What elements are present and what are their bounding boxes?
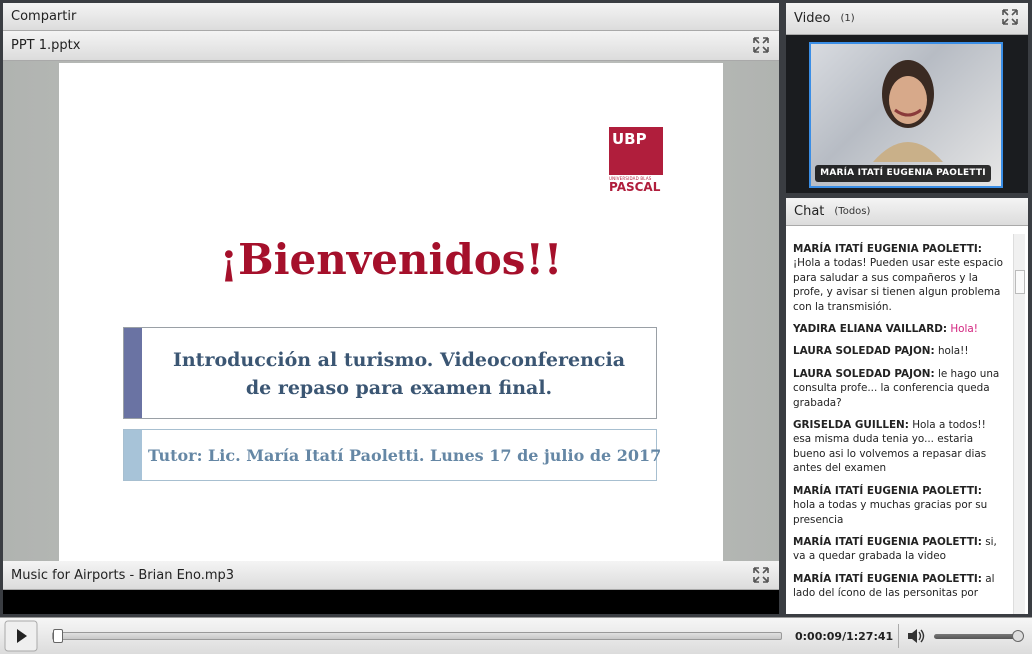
volume-slider[interactable] [934,630,1025,642]
chat-message: YADIRA ELIANA VAILLARD: Hola! [793,322,1006,336]
volume-icon[interactable] [906,628,926,644]
chat-author: MARÍA ITATÍ EUGENIA PAOLETTI: [793,243,982,255]
playback-time: 0:00:09/1:27:41 [795,630,894,643]
chat-author: MARÍA ITATÍ EUGENIA PAOLETTI: [793,572,982,585]
media-player-bar: 0:00:09/1:27:41 [0,617,1032,654]
subtitle-box-accent [124,328,142,418]
tutor-box-accent [124,430,142,480]
chat-messages: MARÍA ITATÍ EUGENIA PAOLETTI: ¡Hola a to… [786,234,1010,614]
chat-message: MARÍA ITATÍ EUGENIA PAOLETTI: ¡Hola a to… [793,242,1006,314]
volume-handle[interactable] [1012,630,1025,642]
chat-message: MARÍA ITATÍ EUGENIA PAOLETTI: al lado de… [793,572,1006,601]
subtitle-line-1: Introducción al turismo. Videoconferenci… [172,349,626,371]
logo-mark: UBP [609,127,663,175]
subtitle-box: Introducción al turismo. Videoconferenci… [123,327,657,419]
chat-scrollbar-thumb[interactable] [1015,270,1025,294]
chat-author: LAURA SOLEDAD PAJON: [793,367,935,380]
music-pod-header: Music for Airports - Brian Eno.mp3 [3,561,779,590]
presentation-pod-header: PPT 1.pptx [3,31,779,61]
chat-text: hola a todas y muchas gracias por su pre… [793,499,988,526]
chat-text: Hola! [950,323,978,336]
video-pod-header: Video (1) [786,3,1028,35]
music-file-name: Music for Airports - Brian Eno.mp3 [11,567,235,583]
subtitle-line-2: de repaso para examen final. [245,377,553,399]
share-pod-header: Compartir [3,3,779,31]
chat-text: hola!! [937,345,969,358]
tutor-text: Tutor: Lic. María Itatí Paoletti. Lunes … [148,446,662,465]
tutor-box: Tutor: Lic. María Itatí Paoletti. Lunes … [123,429,662,481]
music-pod: Music for Airports - Brian Eno.mp3 [3,561,779,614]
maximize-icon[interactable] [753,37,769,53]
chat-message: LAURA SOLEDAD PAJON: le hago una consult… [793,367,1006,410]
chat-author: LAURA SOLEDAD PAJON: [793,345,935,358]
video-pod-title: Video [794,11,831,26]
chat-audience[interactable]: (Todos) [834,206,870,217]
slide-stage: UBP UNIVERSIDAD BLAS PASCAL ¡Bienvenidos… [3,61,779,561]
chat-author: MARÍA ITATÍ EUGENIA PAOLETTI: [793,535,982,548]
maximize-icon[interactable] [753,567,769,583]
chat-pod-title: Chat [794,204,825,219]
chat-message: MARÍA ITATÍ EUGENIA PAOLETTI: hola a tod… [793,484,1006,527]
subtitle-text: Introducción al turismo. Videoconferenci… [148,346,650,402]
seek-handle[interactable] [53,629,63,643]
chat-pod: Chat (Todos) MARÍA ITATÍ EUGENIA PAOLETT… [786,198,1028,614]
presentation-file-name: PPT 1.pptx [11,38,81,53]
university-logo: UBP UNIVERSIDAD BLAS PASCAL [609,127,663,203]
presentation-pod: PPT 1.pptx UBP UNIVERSIDAD BLAS PASCAL ¡… [3,31,779,561]
chat-author: YADIRA ELIANA VAILLARD: [793,323,948,336]
chat-message: LAURA SOLEDAD PAJON: hola!! [793,344,1006,358]
participant-count: (1) [840,13,855,24]
maximize-icon[interactable] [1002,9,1018,25]
logo-name: PASCAL [609,180,661,194]
share-pod-title: Compartir [11,9,77,24]
play-icon[interactable] [4,620,38,652]
person-avatar-icon [873,60,943,162]
slide-heading: ¡Bienvenidos!! [219,235,563,284]
slide: UBP UNIVERSIDAD BLAS PASCAL ¡Bienvenidos… [59,63,723,561]
chat-scrollbar[interactable] [1013,234,1025,614]
divider [898,624,899,648]
chat-text: ¡Hola a todas! Pueden usar este espacio … [793,257,1004,313]
chat-pod-header: Chat (Todos) [786,198,1028,226]
participant-name-tag: MARÍA ITATÍ EUGENIA PAOLETTI [815,165,991,182]
webcam-video[interactable]: MARÍA ITATÍ EUGENIA PAOLETTI [809,42,1003,188]
chat-message: GRISELDA GUILLEN: Hola a todos!! esa mis… [793,418,1006,476]
seek-bar[interactable] [52,629,782,643]
chat-message: MARÍA ITATÍ EUGENIA PAOLETTI: si, va a q… [793,535,1006,564]
chat-author: GRISELDA GUILLEN: [793,419,909,432]
video-pod: Video (1) MARÍA ITATÍ EUGENIA PAOLETTI [786,3,1028,193]
chat-author: MARÍA ITATÍ EUGENIA PAOLETTI: [793,484,982,497]
